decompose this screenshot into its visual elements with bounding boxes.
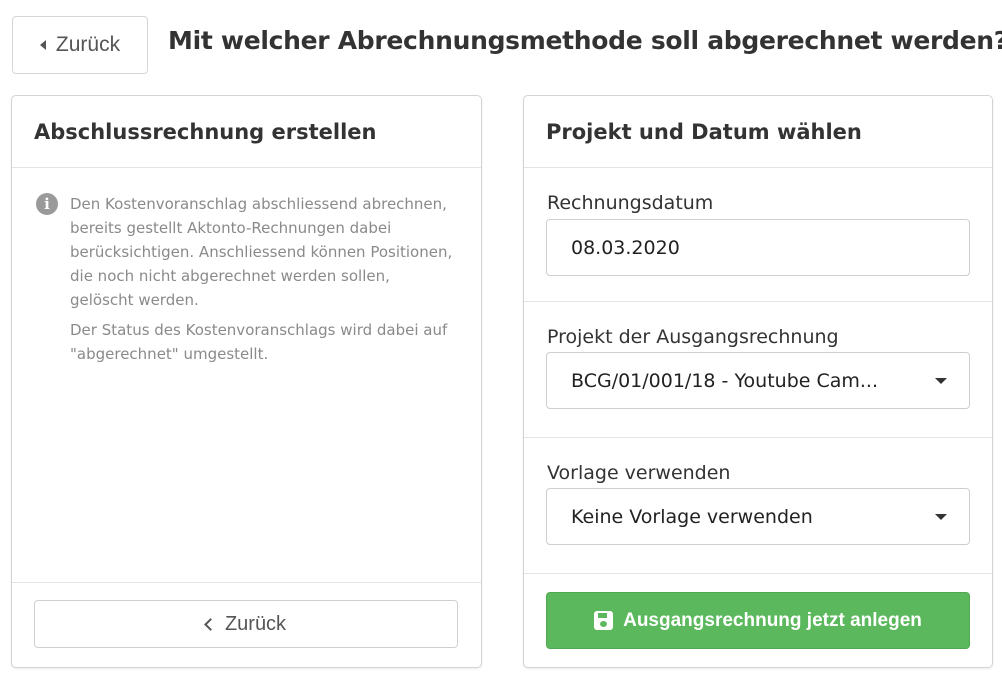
page-title: Mit welcher Abrechnungsmethode soll abge… bbox=[168, 26, 1002, 55]
caret-down-icon bbox=[935, 378, 947, 384]
final-invoice-card-title: Abschlussrechnung erstellen bbox=[12, 96, 481, 168]
template-label: Vorlage verwenden bbox=[547, 462, 731, 484]
info-block: i Den Kostenvoranschlag abschliessend ab… bbox=[36, 192, 456, 366]
project-date-card-title: Projekt und Datum wählen bbox=[524, 96, 992, 168]
top-back-label: Zurück bbox=[55, 33, 121, 56]
project-select[interactable]: BCG/01/001/18 - Youtube Cam... bbox=[546, 352, 970, 409]
invoice-date-value: 08.03.2020 bbox=[571, 236, 680, 259]
project-selected-value: BCG/01/001/18 - Youtube Cam... bbox=[571, 369, 879, 392]
template-section: Vorlage verwenden Keine Vorlage verwende… bbox=[524, 438, 992, 574]
final-invoice-card: Abschlussrechnung erstellen i Den Kosten… bbox=[11, 95, 482, 668]
floppy-disk-icon bbox=[594, 611, 614, 630]
template-select[interactable]: Keine Vorlage verwenden bbox=[546, 488, 970, 545]
caret-left-icon bbox=[39, 40, 46, 50]
project-date-card: Projekt und Datum wählen Rechnungsdatum … bbox=[523, 95, 993, 668]
project-label: Projekt der Ausgangsrechnung bbox=[547, 326, 839, 348]
template-selected-value: Keine Vorlage verwenden bbox=[571, 505, 813, 528]
info-paragraph-2: Der Status des Kostenvoranschlags wird d… bbox=[70, 321, 448, 363]
top-back-button[interactable]: Zurück bbox=[12, 16, 148, 74]
caret-down-icon bbox=[935, 514, 947, 520]
card-footer-divider bbox=[12, 582, 481, 583]
create-invoice-button[interactable]: Ausgangsrechnung jetzt anlegen bbox=[546, 592, 970, 649]
chevron-left-icon bbox=[204, 617, 217, 631]
invoice-date-section: Rechnungsdatum 08.03.2020 bbox=[524, 168, 992, 302]
invoice-date-input[interactable]: 08.03.2020 bbox=[546, 219, 970, 276]
bottom-back-label: Zurück bbox=[224, 612, 287, 635]
bottom-back-button[interactable]: Zurück bbox=[34, 600, 458, 648]
create-invoice-label: Ausgangsrechnung jetzt anlegen bbox=[623, 609, 922, 631]
info-paragraph-1: Den Kostenvoranschlag abschliessend abre… bbox=[70, 195, 453, 309]
project-section: Projekt der Ausgangsrechnung BCG/01/001/… bbox=[524, 302, 992, 438]
invoice-date-label: Rechnungsdatum bbox=[547, 192, 714, 214]
info-text: Den Kostenvoranschlag abschliessend abre… bbox=[70, 192, 456, 366]
info-circle-icon: i bbox=[36, 193, 58, 215]
